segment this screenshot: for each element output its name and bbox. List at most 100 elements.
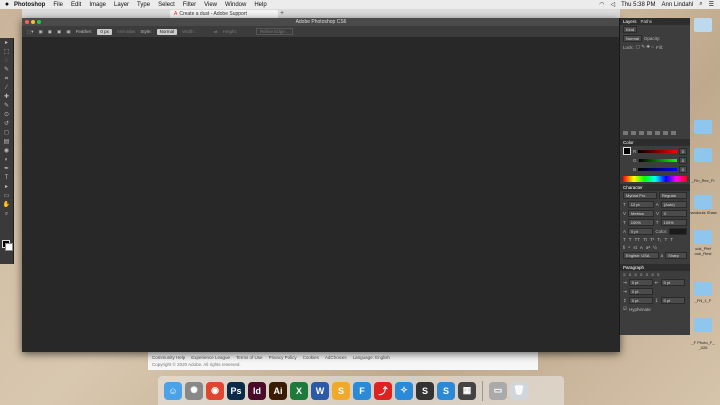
red-value[interactable]: 0 <box>678 147 687 155</box>
gradient-icon[interactable]: ▤ <box>2 138 11 146</box>
menu-help[interactable]: Help <box>254 2 266 8</box>
green-value[interactable]: 0 <box>678 157 687 164</box>
ordinal-icon[interactable]: aᵃ <box>646 245 650 250</box>
hyphenate-checkbox-icon[interactable]: ☑ <box>623 306 627 312</box>
font-style-select[interactable]: Regular <box>659 192 687 199</box>
horizontal-scale-input[interactable]: 100% <box>660 219 687 226</box>
footer-link[interactable]: Experience League <box>191 355 230 360</box>
indesign-icon[interactable]: Id <box>248 381 266 400</box>
anti-alias-select[interactable]: Sharp <box>665 252 687 259</box>
faux-bold-icon[interactable]: T <box>623 237 626 242</box>
menu-list-icon[interactable]: ☰ <box>709 1 714 8</box>
path-select-icon[interactable]: ▸ <box>2 183 11 191</box>
blue-slider[interactable] <box>638 168 677 171</box>
space-before-input[interactable]: 0 pt <box>628 297 653 304</box>
adjustment-icon[interactable] <box>647 131 652 135</box>
background-color-swatch[interactable] <box>5 243 13 251</box>
menu-photoshop[interactable]: Photoshop <box>14 2 45 8</box>
anti-alias-checkbox[interactable]: Anti-alias <box>117 29 136 34</box>
indent-left-input[interactable]: 0 pt <box>628 279 653 286</box>
font-size-input[interactable]: 12 pt <box>627 201 654 208</box>
finder-icon[interactable]: ☺ <box>164 381 182 400</box>
fx-icon[interactable] <box>631 131 636 135</box>
add-selection-icon[interactable]: ▣ <box>48 29 52 35</box>
group-icon[interactable] <box>655 131 660 135</box>
underline-icon[interactable]: T <box>665 237 668 242</box>
footer-link[interactable]: AdChoices <box>325 355 347 360</box>
brush-icon[interactable]: ✎ <box>2 102 11 110</box>
desktop-folder-icon[interactable] <box>694 230 712 244</box>
sketch-icon[interactable]: S <box>332 381 350 400</box>
canvas-area[interactable] <box>22 37 620 352</box>
browser-tab[interactable]: A Create a dust - Adobe Support <box>170 10 278 18</box>
hand-icon[interactable]: ✋ <box>2 201 11 209</box>
all-caps-icon[interactable]: TT <box>635 237 641 242</box>
quick-select-icon[interactable]: ✎ <box>2 66 11 74</box>
illustrator-icon[interactable]: Ai <box>269 381 287 400</box>
green-slider[interactable] <box>638 159 677 162</box>
mask-icon[interactable] <box>639 131 644 135</box>
footer-link[interactable]: Cookies <box>303 355 319 360</box>
new-layer-icon[interactable] <box>663 131 668 135</box>
stylistic-icon[interactable]: st <box>633 245 637 250</box>
color-spectrum[interactable] <box>623 176 687 182</box>
indent-right-input[interactable]: 0 pt <box>660 279 685 286</box>
faux-italic-icon[interactable]: T <box>629 237 632 242</box>
tab-paths[interactable]: Paths <box>641 19 653 24</box>
intersect-selection-icon[interactable]: ▣ <box>66 29 70 35</box>
language-select[interactable]: English: USA <box>623 252 659 259</box>
healing-icon[interactable]: ✚ <box>2 93 11 101</box>
small-caps-icon[interactable]: Tt <box>643 237 647 242</box>
chrome-icon[interactable]: ◉ <box>206 381 224 400</box>
close-window-icon[interactable] <box>25 20 29 24</box>
layers-list[interactable] <box>620 51 690 129</box>
kerning-input[interactable]: Metrics <box>628 210 654 217</box>
skype-icon[interactable]: S <box>437 381 455 400</box>
marquee-icon[interactable]: ⬚ <box>2 48 11 56</box>
desktop-folder-icon[interactable] <box>694 120 712 134</box>
trash-icon[interactable]: 🗑 <box>510 381 528 400</box>
align-left-icon[interactable]: ≡ <box>623 272 626 277</box>
menu-image[interactable]: Image <box>89 2 106 8</box>
search-icon[interactable]: ⌕ <box>699 1 702 8</box>
minimize-window-icon[interactable] <box>31 20 35 24</box>
feather-input[interactable]: 0 px <box>97 28 112 35</box>
launchpad-icon[interactable]: ✺ <box>185 381 203 400</box>
footer-link[interactable]: Privacy Policy <box>269 355 297 360</box>
zoom-icon[interactable]: ⌕ <box>2 210 11 218</box>
baseline-input[interactable]: 0 pt <box>628 228 654 235</box>
titling-icon[interactable]: A <box>640 245 643 250</box>
color-swatch-icon[interactable] <box>623 147 631 155</box>
new-tab-button[interactable]: + <box>280 10 284 17</box>
justify-last-left-icon[interactable]: ≡ <box>640 272 643 277</box>
tracking-input[interactable]: 0 <box>661 210 687 217</box>
user-name[interactable]: Ann Lindahl <box>662 2 694 8</box>
sync-icon[interactable]: S <box>416 381 434 400</box>
text-color-swatch[interactable] <box>669 228 687 235</box>
footer-link[interactable]: Community Help <box>152 355 185 360</box>
word-icon[interactable]: W <box>311 381 329 400</box>
justify-last-center-icon[interactable]: ≡ <box>646 272 649 277</box>
preview-icon[interactable]: ▭ <box>489 381 507 400</box>
layer-kind-filter[interactable]: Kind <box>623 26 638 33</box>
font-family-select[interactable]: Myriad Pro <box>623 192 657 199</box>
desktop-folder-icon[interactable] <box>694 195 712 209</box>
desktop-folder-icon[interactable] <box>694 318 712 332</box>
menu-type[interactable]: Type <box>137 2 150 8</box>
menu-filter[interactable]: Filter <box>183 2 196 8</box>
menu-file[interactable]: File <box>53 2 63 8</box>
zoom-window-icon[interactable] <box>37 20 41 24</box>
superscript-icon[interactable]: T¹ <box>650 237 654 242</box>
blue-value[interactable]: 0 <box>678 166 687 173</box>
tab-paragraph[interactable]: Paragraph <box>623 265 644 270</box>
style-select[interactable]: Normal <box>156 28 178 35</box>
acrobat-icon[interactable]: ⤴ <box>374 381 392 400</box>
excel-icon[interactable]: X <box>290 381 308 400</box>
menu-window[interactable]: Window <box>225 2 246 8</box>
photoshop-icon[interactable]: Ps <box>227 381 245 400</box>
justify-all-icon[interactable]: ≡ <box>657 272 660 277</box>
swash-icon[interactable]: ℴ <box>628 244 630 250</box>
subscript-icon[interactable]: T₁ <box>657 237 661 242</box>
subtract-selection-icon[interactable]: ▣ <box>57 29 61 35</box>
new-selection-icon[interactable]: ▣ <box>39 29 43 35</box>
